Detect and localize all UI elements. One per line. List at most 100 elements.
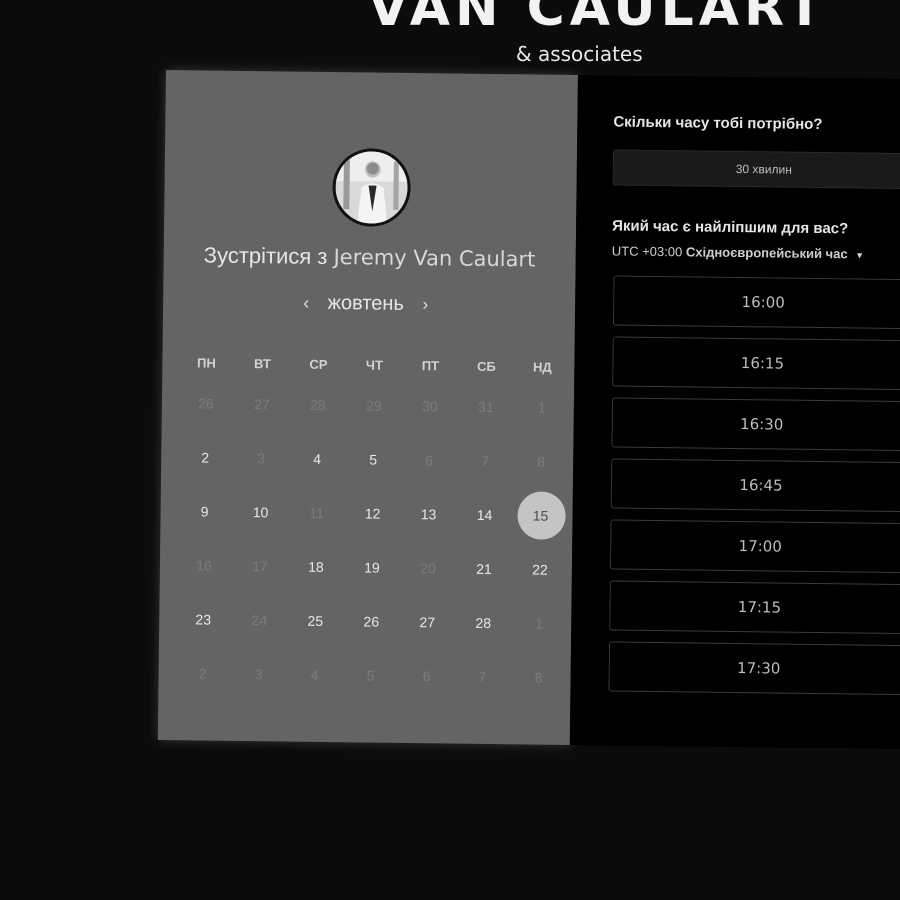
calendar-day[interactable]: 2: [177, 449, 233, 466]
time-slot-button[interactable]: 16:15: [612, 336, 900, 391]
calendar-day-number: 28: [310, 396, 326, 413]
calendar-day[interactable]: 23: [175, 611, 231, 628]
time-slot-button[interactable]: 16:00: [612, 275, 900, 330]
calendar-panel: Зустрітися з Jeremy Van Caulart ‹ жовтен…: [157, 70, 578, 745]
calendar-week: 2 3 4 5 6 7 8: [174, 646, 567, 705]
calendar-day[interactable]: 28: [455, 615, 511, 632]
calendar-day: 20: [400, 560, 456, 577]
time-slot-button[interactable]: 16:30: [611, 397, 900, 452]
calendar-day: 30: [402, 398, 458, 415]
calendar-week: 26 27 28 29 30 31 1: [178, 376, 571, 435]
calendar-week: 16 17 18 19 20 21 22: [176, 538, 569, 597]
calendar-day-number: 26: [198, 395, 214, 412]
calendar-day[interactable]: 19: [344, 559, 400, 576]
calendar-day-number: 9: [200, 503, 209, 520]
meeting-title: Зустрітися з Jeremy Van Caulart: [204, 242, 544, 272]
calendar-day[interactable]: 27: [399, 614, 455, 631]
calendar-day: 24: [231, 612, 287, 629]
calendar-day-number: 17: [252, 558, 268, 575]
calendar-day: 5: [343, 667, 399, 684]
calendar-day-number: 4: [313, 450, 322, 467]
calendar-day[interactable]: 10: [233, 504, 289, 521]
calendar-day-number: 20: [420, 560, 436, 577]
booking-widget: Зустрітися з Jeremy Van Caulart ‹ жовтен…: [157, 70, 900, 751]
calendar-day: 1: [511, 615, 567, 632]
weekday-label: ПН: [196, 354, 216, 371]
calendar-day: 6: [399, 668, 455, 685]
calendar-day: 26: [178, 395, 234, 412]
calendar-day-number: 7: [478, 668, 487, 685]
time-slot-button[interactable]: 17:30: [608, 641, 900, 696]
weekday-label: ЧТ: [365, 356, 384, 373]
calendar-day: 27: [234, 396, 290, 413]
weekday-label: СР: [309, 356, 328, 372]
chevron-left-icon[interactable]: ‹: [303, 293, 309, 314]
calendar-weeks: 26 27 28 29 30 31 1 2 3 4 5 6 7 8 9 10 11 12 13 14 15 16 17 18 1…: [174, 376, 570, 705]
calendar-day: 3: [233, 450, 289, 467]
calendar-day-number: 26: [363, 613, 380, 630]
calendar-day: 4: [287, 667, 343, 684]
calendar-day-number: 8: [534, 669, 543, 686]
calendar-day[interactable]: 26: [343, 613, 399, 630]
calendar-day[interactable]: 14: [456, 507, 512, 524]
calendar-day[interactable]: 25: [287, 613, 343, 630]
calendar-week: 2 3 4 5 6 7 8: [177, 430, 570, 489]
calendar-day-number: 6: [425, 452, 434, 469]
time-slot-button[interactable]: 17:00: [609, 519, 900, 574]
calendar-day: 16: [176, 557, 232, 574]
calendar-day: 17: [232, 558, 288, 575]
calendar-day-number: 23: [195, 611, 212, 628]
month-label: жовтень: [327, 291, 404, 315]
calendar-day-number: 27: [419, 614, 436, 631]
calendar-grid: ПН ВТ СР ЧТ ПТ СБ НД 26 27 28 29 30 31 1 2 3 4 5 6 7…: [174, 348, 570, 705]
calendar-week: 9 10 11 12 13 14 15: [176, 484, 569, 543]
calendar-day[interactable]: 9: [177, 503, 233, 520]
calendar-day-number: 6: [422, 668, 431, 685]
calendar-day-number: 10: [252, 504, 269, 521]
calendar-day: 1: [514, 399, 570, 416]
calendar-day-number: 15: [532, 507, 549, 524]
calendar-day-number: 7: [481, 452, 490, 469]
calendar-day-number: 18: [308, 558, 324, 575]
timezone-name: Східноєвропейський час: [685, 244, 848, 262]
calendar-day: 28: [290, 397, 346, 414]
calendar-day-number: 16: [196, 557, 212, 574]
duration-select[interactable]: 30 хвилин: [612, 149, 900, 190]
calendar-day-number: 5: [369, 451, 378, 468]
timezone-select[interactable]: UTC +03:00 Східноєвропейський час ▼: [612, 243, 865, 261]
calendar-day[interactable]: 21: [456, 561, 512, 578]
host-name: Jeremy Van Caulart: [333, 245, 536, 272]
calendar-day[interactable]: 5: [345, 451, 401, 468]
calendar-day-selected[interactable]: 15: [512, 507, 568, 524]
calendar-day-number: 1: [535, 615, 544, 632]
calendar-day[interactable]: 13: [400, 506, 456, 523]
brand-name: VAN CAULART: [368, 0, 828, 38]
calendar-day[interactable]: 12: [345, 505, 401, 522]
calendar-day[interactable]: 22: [512, 561, 568, 578]
calendar-day: 2: [175, 665, 231, 682]
calendar-day-number: 3: [254, 666, 263, 683]
calendar-day[interactable]: 4: [289, 451, 345, 468]
time-slot-button[interactable]: 17:15: [609, 580, 900, 635]
calendar-day-number: 24: [251, 612, 268, 629]
chevron-right-icon[interactable]: ›: [422, 294, 428, 315]
time-question: Який час є найліпшим для вас?: [612, 217, 849, 238]
calendar-day: 29: [346, 397, 402, 414]
calendar-day-number: 30: [422, 398, 438, 415]
calendar-day-number: 14: [476, 506, 493, 524]
time-slot-button[interactable]: 16:45: [610, 458, 900, 513]
calendar-day: 11: [289, 505, 345, 522]
time-panel: Скільки часу тобі потрібно? 30 хвилин Як…: [569, 75, 900, 750]
calendar-day: 8: [513, 453, 569, 470]
weekday-label: ПТ: [421, 357, 440, 373]
calendar-day[interactable]: 18: [288, 559, 344, 576]
calendar-day-number: 12: [364, 505, 381, 522]
calendar-day-number: 27: [254, 396, 270, 413]
calendar-day-number: 21: [476, 560, 492, 578]
calendar-day: 8: [511, 669, 567, 686]
calendar-day: 6: [401, 452, 457, 469]
calendar-day: 31: [458, 399, 514, 416]
weekday-label: ВТ: [253, 355, 271, 371]
weekday-label: СБ: [476, 358, 496, 374]
time-slot-list: 16:00 16:15 16:30 16:45 17:00 17:15 17:30: [608, 275, 900, 697]
